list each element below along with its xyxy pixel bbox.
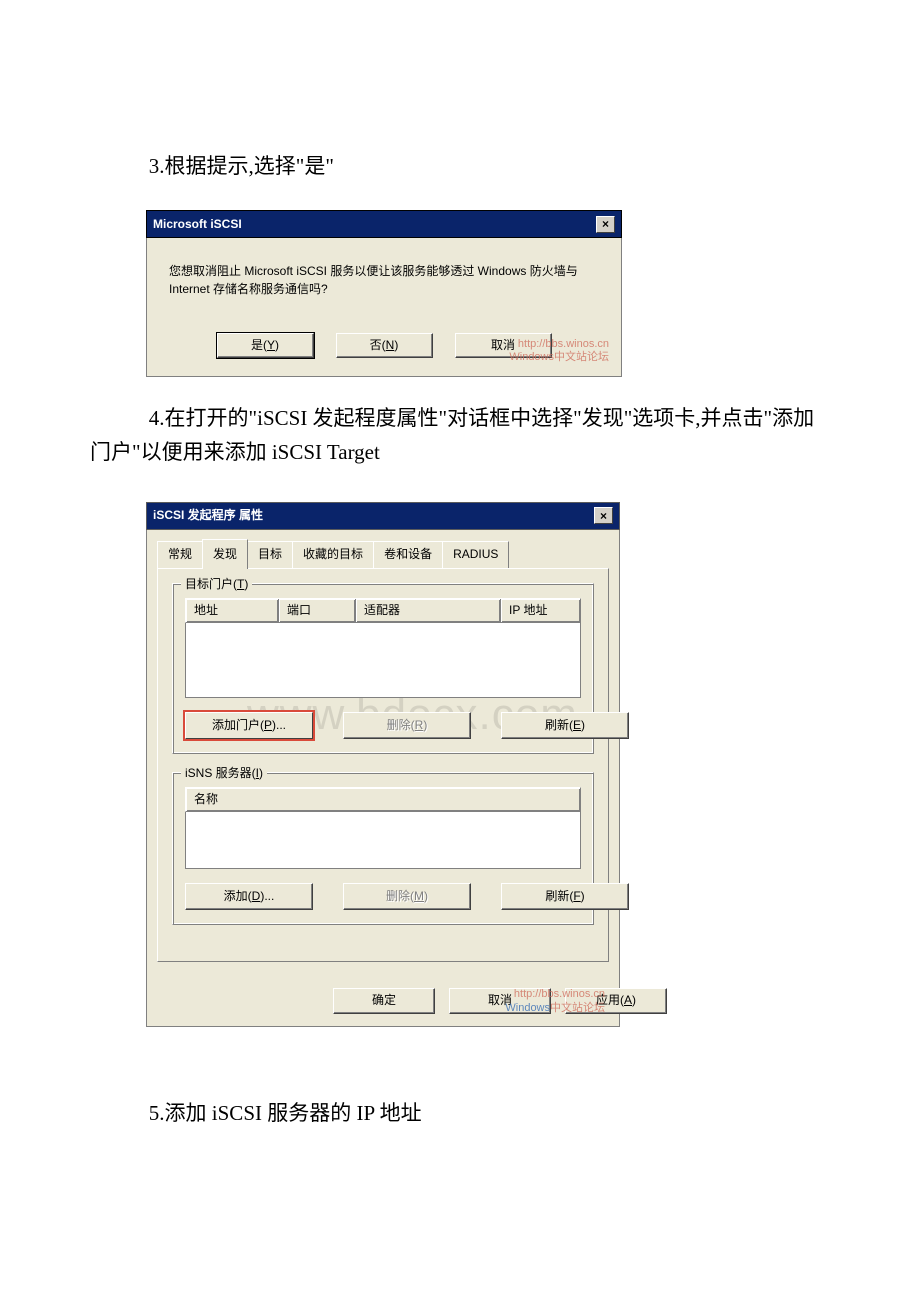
document-page: 3.根据提示,选择"是" Microsoft iSCSI × 您想取消阻止 Mi… [0, 0, 920, 1238]
tab-discover[interactable]: 发现 [202, 539, 248, 569]
yes-button[interactable]: 是(Y) [217, 333, 314, 358]
portals-button-row: 添加门户(P)... 删除(R) 刷新(E) [185, 712, 581, 739]
col-name[interactable]: 名称 [186, 788, 580, 811]
paragraph-5: 5.添加 iSCSI 服务器的 IP 地址 [90, 1097, 830, 1131]
refresh-isns-button[interactable]: 刷新(F) [501, 883, 629, 910]
msgbox-iscsi-firewall: Microsoft iSCSI × 您想取消阻止 Microsoft iSCSI… [146, 210, 622, 378]
properties-titlebar: iSCSI 发起程序 属性 × [146, 502, 620, 529]
col-adapter[interactable]: 适配器 [356, 599, 501, 622]
refresh-portals-button[interactable]: 刷新(E) [501, 712, 629, 739]
msgbox-titlebar: Microsoft iSCSI × [146, 210, 622, 238]
delete-isns-button: 删除(M) [343, 883, 471, 910]
tab-favorites[interactable]: 收藏的目标 [292, 541, 374, 568]
tab-general[interactable]: 常规 [157, 541, 203, 568]
isns-button-row: 添加(D)... 删除(M) 刷新(F) [185, 883, 581, 910]
cancel-button[interactable]: 取消 [455, 333, 552, 358]
paragraph-3: 3.根据提示,选择"是" [90, 150, 830, 184]
msgbox-title: Microsoft iSCSI [153, 215, 596, 234]
close-icon[interactable]: × [596, 216, 615, 233]
paragraph-4-text: 4.在打开的"iSCSI 发起程度属性"对话框中选择"发现"选项卡,并点击"添加… [90, 406, 814, 464]
iscsi-initiator-properties-dialog: iSCSI 发起程序 属性 × 常规 发现 目标 收藏的目标 卷和设备 RADI… [146, 502, 620, 1026]
group-isns-legend: iSNS 服务器(I) [181, 764, 267, 783]
msgbox-button-row: 是(Y) 否(N) 取消 [169, 333, 599, 358]
properties-body: 常规 发现 目标 收藏的目标 卷和设备 RADIUS 目标门户(T) 地址 端口… [146, 530, 620, 1027]
delete-portal-button: 删除(R) [343, 712, 471, 739]
apply-button: 应用(A) [565, 988, 667, 1013]
group-target-portals-legend: 目标门户(T) [181, 575, 252, 594]
tab-volumes[interactable]: 卷和设备 [373, 541, 443, 568]
group-isns-servers: iSNS 服务器(I) 名称 添加(D)... 删除(M) 刷新(F) [172, 772, 594, 925]
tab-strip: 常规 发现 目标 收藏的目标 卷和设备 RADIUS [157, 538, 609, 568]
col-address[interactable]: 地址 [186, 599, 279, 622]
cancel-button[interactable]: 取消 [449, 988, 551, 1013]
col-ip[interactable]: IP 地址 [501, 599, 580, 622]
properties-title: iSCSI 发起程序 属性 [153, 506, 594, 525]
no-button[interactable]: 否(N) [336, 333, 433, 358]
isns-list-body[interactable] [185, 812, 581, 869]
paragraph-4-line1: 4.在打开的"iSCSI 发起程度属性"对话框中选择"发现"选项卡,并点击"添加… [90, 402, 830, 469]
close-icon[interactable]: × [594, 507, 613, 524]
tab-radius[interactable]: RADIUS [442, 541, 509, 568]
portals-list-body[interactable] [185, 623, 581, 698]
group-target-portals: 目标门户(T) 地址 端口 适配器 IP 地址 添加门户(P)... 删除(R)… [172, 583, 594, 754]
tab-panel-discover: 目标门户(T) 地址 端口 适配器 IP 地址 添加门户(P)... 删除(R)… [157, 568, 609, 963]
col-port[interactable]: 端口 [279, 599, 356, 622]
properties-footer: 确定 取消 应用(A) [157, 988, 609, 1013]
msgbox-body: 您想取消阻止 Microsoft iSCSI 服务以便让该服务能够透过 Wind… [146, 238, 622, 377]
isns-list-header: 名称 [185, 787, 581, 812]
msgbox-message: 您想取消阻止 Microsoft iSCSI 服务以便让该服务能够透过 Wind… [169, 262, 599, 299]
ok-button[interactable]: 确定 [333, 988, 435, 1013]
portals-list-header: 地址 端口 适配器 IP 地址 [185, 598, 581, 623]
add-portal-button[interactable]: 添加门户(P)... [185, 712, 313, 739]
add-isns-button[interactable]: 添加(D)... [185, 883, 313, 910]
tab-targets[interactable]: 目标 [247, 541, 293, 568]
